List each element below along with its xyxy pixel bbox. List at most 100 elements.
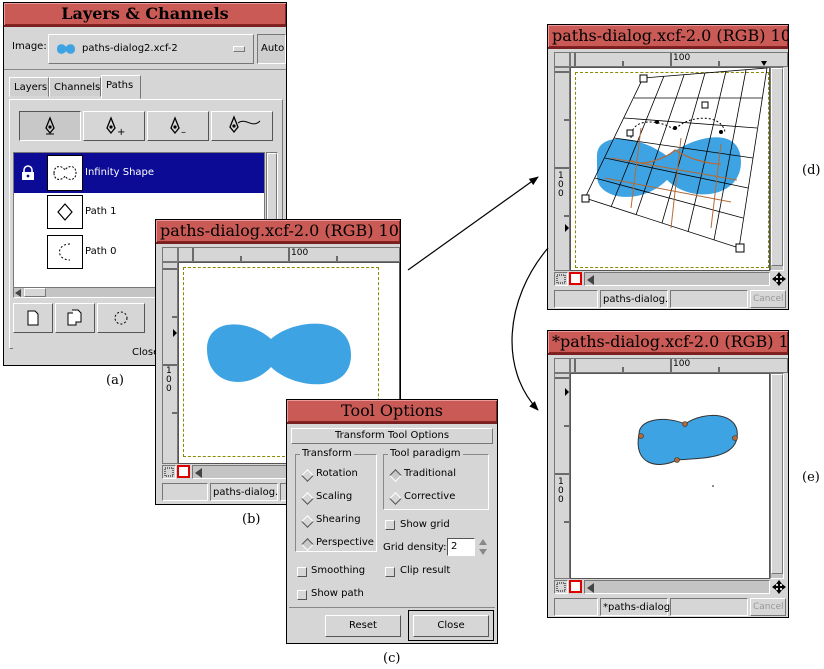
- path-name: Path 0: [85, 246, 117, 257]
- close-label: Close: [437, 620, 465, 631]
- image-window-titlebar[interactable]: *paths-dialog.xcf-2.0 (RGB) 100: [548, 331, 788, 355]
- status-text: paths-dialog.: [603, 294, 669, 305]
- new-document-icon: [27, 310, 39, 326]
- path-row-infinity[interactable]: Infinity Shape: [14, 153, 264, 193]
- horizontal-ruler[interactable]: 100: [178, 247, 400, 262]
- navigate-icon[interactable]: [772, 272, 786, 286]
- scroll-left-arrow-icon[interactable]: [15, 289, 21, 297]
- arc-path-thumbnail-icon: [59, 243, 71, 261]
- quick-mask-on-icon[interactable]: [177, 465, 190, 478]
- ruler-label: 100: [291, 248, 309, 258]
- horizontal-ruler[interactable]: 100: [570, 52, 788, 67]
- image-canvas[interactable]: [570, 67, 770, 271]
- grid-density-value: 2: [451, 541, 458, 552]
- quick-mask-toggle[interactable]: [554, 272, 568, 286]
- bottom-controls: [554, 580, 788, 594]
- image-window-titlebar[interactable]: paths-dialog.xcf-2.0 (RGB) 100: [548, 25, 788, 49]
- image-selector[interactable]: paths-dialog2.xcf-2: [48, 34, 254, 64]
- image-canvas[interactable]: [570, 373, 770, 579]
- scrollbar-thumb[interactable]: [267, 153, 277, 223]
- path-thumbnail: [47, 195, 83, 229]
- smoothing-label[interactable]: Smoothing: [311, 565, 365, 576]
- image-window-title: paths-dialog.xcf-2.0 (RGB) 100: [552, 26, 789, 45]
- tool-options-window: Tool Options Transform Tool Options Tran…: [286, 399, 498, 644]
- layers-window-titlebar[interactable]: Layers & Channels: [4, 3, 286, 27]
- spin-arrows-icon[interactable]: [478, 537, 488, 557]
- delete-point-tool-button[interactable]: –: [147, 111, 209, 141]
- duplicate-path-button[interactable]: [55, 303, 95, 333]
- tool-options-header-label: Transform Tool Options: [334, 430, 450, 441]
- image-window-titlebar[interactable]: paths-dialog.xcf-2.0 (RGB) 100: [156, 220, 400, 244]
- tab-paths[interactable]: Paths: [101, 75, 141, 99]
- option-rotation[interactable]: Rotation: [316, 468, 358, 479]
- show-path-label[interactable]: Show path: [311, 588, 364, 599]
- grid-density-label: Grid density:: [383, 542, 447, 553]
- caption-e: (e): [802, 470, 820, 485]
- dropdown-indicator-icon: [233, 46, 245, 52]
- image-selector-value: paths-dialog2.xcf-2: [82, 43, 178, 54]
- status-field: paths-dialog.: [600, 290, 668, 308]
- auto-label: Auto: [261, 43, 285, 54]
- smoothing-checkbox[interactable]: [297, 567, 307, 577]
- show-grid-checkbox[interactable]: [385, 520, 395, 530]
- option-traditional[interactable]: Traditional: [404, 468, 456, 479]
- quick-mask-on-icon[interactable]: [569, 580, 582, 593]
- horizontal-scrollbar[interactable]: [584, 580, 770, 594]
- reset-button[interactable]: Reset: [325, 615, 401, 637]
- lock-icon[interactable]: [20, 165, 36, 181]
- cancel-button[interactable]: Cancel: [750, 598, 786, 616]
- close-button[interactable]: Close: [413, 615, 489, 637]
- status-field-left: [554, 598, 598, 616]
- navigate-icon[interactable]: [772, 580, 786, 594]
- status-text: *paths-dialog: [603, 602, 671, 613]
- tab-layers[interactable]: Layers: [9, 77, 49, 97]
- scroll-left-arrow-icon[interactable]: [195, 468, 202, 478]
- edit-path-tool-button[interactable]: [211, 111, 273, 141]
- option-scaling[interactable]: Scaling: [316, 491, 352, 502]
- auto-button[interactable]: Auto: [257, 34, 286, 64]
- horizontal-scrollbar[interactable]: [584, 272, 770, 286]
- duplicate-icon: [67, 309, 82, 326]
- quick-mask-on-icon[interactable]: [569, 272, 582, 285]
- add-point-tool-button[interactable]: +: [83, 111, 145, 141]
- option-perspective[interactable]: Perspective: [316, 537, 374, 548]
- tool-options-titlebar[interactable]: Tool Options: [287, 400, 497, 424]
- show-path-checkbox[interactable]: [297, 590, 307, 600]
- scrollbar-thumb[interactable]: [771, 374, 783, 574]
- hscrollbar-thumb[interactable]: [24, 288, 46, 297]
- path-to-selection-button[interactable]: [97, 303, 145, 333]
- quick-mask-toggle[interactable]: [162, 465, 176, 479]
- quick-mask-toggle[interactable]: [554, 580, 568, 594]
- grid-density-input[interactable]: 2: [447, 538, 475, 556]
- vertical-ruler[interactable]: 100: [162, 262, 178, 464]
- scroll-left-arrow-icon[interactable]: [587, 275, 594, 285]
- dotted-square-icon: [556, 274, 566, 284]
- vertical-ruler[interactable]: 100: [554, 373, 570, 579]
- scroll-left-arrow-icon[interactable]: [587, 583, 594, 593]
- tool-options-header: Transform Tool Options: [291, 428, 493, 444]
- layers-window-title: Layers & Channels: [61, 4, 229, 23]
- image-thumbnail-icon: [57, 44, 75, 54]
- ruler-ticks: [192, 248, 338, 261]
- new-path-button[interactable]: [13, 303, 53, 333]
- option-corrective[interactable]: Corrective: [404, 491, 455, 502]
- show-grid-label[interactable]: Show grid: [400, 519, 450, 530]
- horizontal-ruler[interactable]: 100: [570, 358, 788, 373]
- clip-result-checkbox[interactable]: [385, 567, 395, 577]
- transformed-infinity-shape: [637, 414, 738, 487]
- option-shearing[interactable]: Shearing: [316, 514, 361, 525]
- tab-bar: Layers Channels Paths: [9, 75, 283, 99]
- vertical-ruler[interactable]: 100: [554, 67, 570, 271]
- ruler-label-vertical: 100: [166, 366, 172, 394]
- vertical-scrollbar[interactable]: [770, 373, 784, 579]
- tab-channels[interactable]: Channels: [49, 77, 101, 97]
- scrollbar-thumb[interactable]: [771, 68, 783, 266]
- pen-icon: [45, 116, 55, 135]
- new-path-tool-button[interactable]: [19, 111, 81, 141]
- clip-result-label[interactable]: Clip result: [400, 565, 450, 576]
- tool-paradigm-label: Tool paradigm: [388, 448, 463, 459]
- cancel-button[interactable]: Cancel: [750, 290, 786, 308]
- vertical-scrollbar[interactable]: [770, 67, 784, 271]
- paths-list-hscrollbar[interactable]: [13, 287, 163, 298]
- image-window-result: *paths-dialog.xcf-2.0 (RGB) 100 100 100: [547, 330, 789, 618]
